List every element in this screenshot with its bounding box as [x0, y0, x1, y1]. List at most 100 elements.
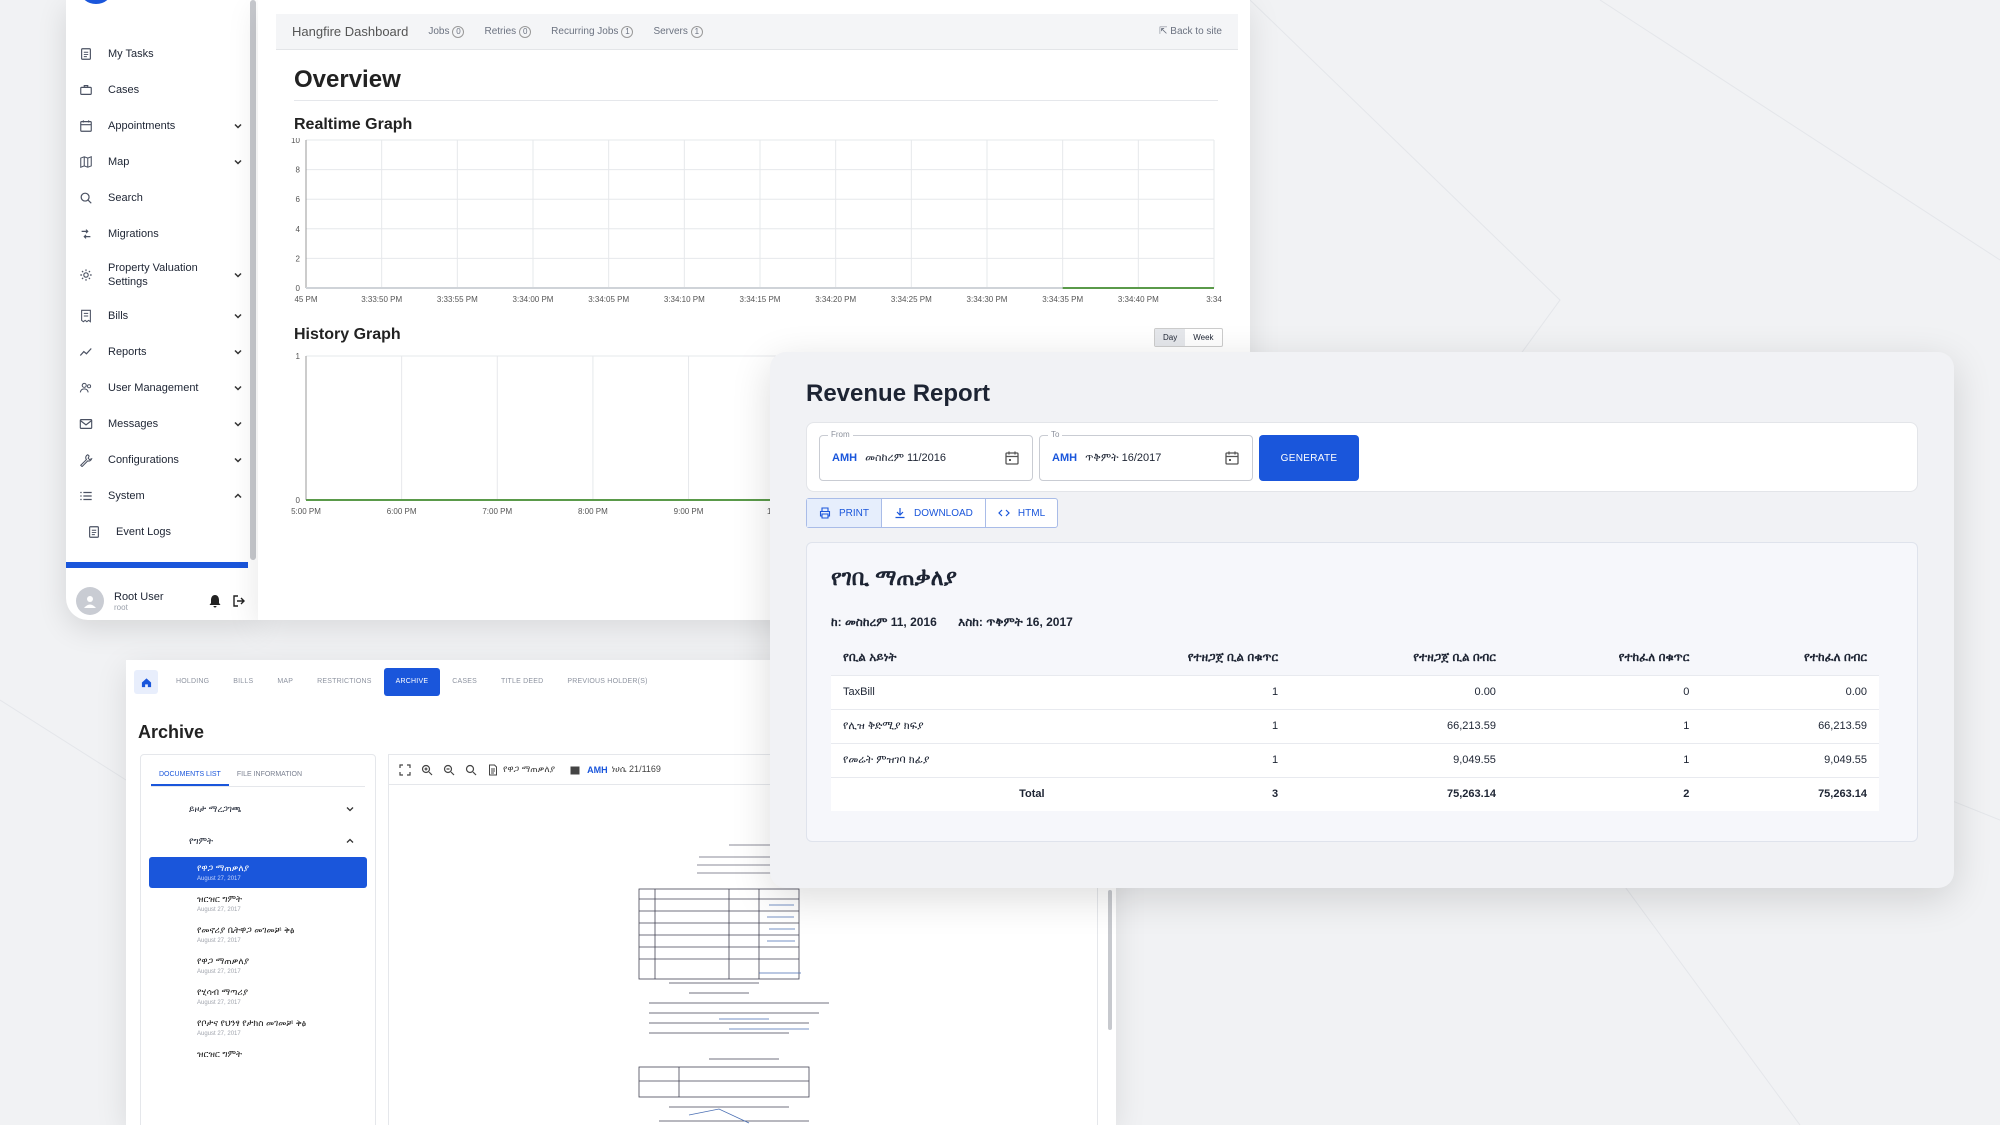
hangfire-navbar: Hangfire Dashboard Jobs 0 Retries 0 Recurr… — [276, 14, 1238, 50]
hangfire-brand[interactable]: Hangfire Dashboard — [292, 24, 408, 39]
table-cell: 66,213.59 — [1290, 708, 1508, 743]
tab-restrictions[interactable]: RESTRICTIONS — [305, 668, 384, 696]
tab-previous-holder-s[interactable]: PREVIOUS HOLDER(S) — [555, 668, 659, 696]
sidebar-item-search[interactable]: Search — [66, 180, 258, 216]
table-cell: 3 — [1056, 776, 1291, 811]
fullscreen-icon[interactable] — [399, 763, 411, 776]
document-name: ዝርዝር ግምት — [197, 1049, 243, 1059]
sidebar-item-map[interactable]: Map — [66, 144, 258, 180]
chevron-down-icon — [234, 385, 242, 391]
document-item[interactable]: የቦታና የህንፃ የታክስ መገመቻ ቅፅ August 27, 2017 — [149, 1012, 367, 1043]
sidebar-item-label: Property Valuation Settings — [108, 262, 198, 288]
x-tick-label: 3:34:35 PM — [1042, 295, 1083, 304]
sidebar-item-messages[interactable]: Messages — [66, 406, 258, 442]
toggle-day[interactable]: Day — [1155, 329, 1186, 346]
nav-jobs[interactable]: Jobs 0 — [428, 25, 465, 38]
document-date: August 27, 2017 — [197, 969, 241, 975]
document-items: የዋጋ ማጠቃለያ August 27, 2017 ዝርዝር ግምት August 2… — [141, 857, 375, 1068]
calendar-icon[interactable] — [1224, 450, 1240, 466]
zoom-out-icon[interactable] — [443, 764, 455, 776]
x-tick-label: 8:00 PM — [578, 507, 608, 516]
table-total-row: Total 3 75,263.14 2 75,263.14 — [831, 776, 1879, 811]
table-cell: 66,213.59 — [1701, 708, 1879, 743]
tab-file-information[interactable]: FILE INFORMATION — [229, 765, 310, 786]
page-title: Overview — [294, 66, 401, 93]
document-item[interactable]: ዝርዝር ግምት August 27, 2017 — [149, 888, 367, 919]
sidebar-item-my-tasks[interactable]: My Tasks — [66, 36, 258, 72]
sidebar-item-label: System — [108, 490, 145, 502]
nav-recurring-jobs[interactable]: Recurring Jobs 1 — [551, 25, 634, 38]
tab-holding[interactable]: HOLDING — [164, 668, 221, 696]
generate-button[interactable]: GENERATE — [1259, 435, 1359, 481]
chevron-up-icon — [346, 838, 354, 843]
print-button[interactable]: PRINT — [807, 499, 882, 527]
sidebar-item-label: Reports — [108, 346, 147, 358]
tab-map[interactable]: MAP — [265, 668, 305, 696]
sidebar-item-label: Cases — [108, 84, 140, 96]
nav-servers[interactable]: Servers 1 — [653, 25, 703, 38]
toggle-week[interactable]: Week — [1185, 329, 1221, 346]
document-item[interactable]: የዋጋ ማጠቃለያ August 27, 2017 — [149, 857, 367, 888]
html-button[interactable]: HTML — [986, 499, 1057, 527]
sidebar-item-user-management[interactable]: User Management — [66, 370, 258, 406]
sidebar-item-configurations[interactable]: Configurations — [66, 442, 258, 478]
from-date-field[interactable]: From AMH መስከረም 11/2016 — [819, 430, 1033, 481]
tab-title-deed[interactable]: TITLE DEED — [489, 668, 555, 696]
logout-icon[interactable] — [232, 594, 246, 608]
sidebar-scrollbar[interactable] — [250, 0, 256, 560]
group-valuation[interactable]: የግምት — [141, 825, 375, 857]
document-tabs: DOCUMENTS LIST FILE INFORMATION — [151, 765, 365, 787]
download-button[interactable]: DOWNLOAD — [882, 499, 986, 527]
sidebar-item-event-logs[interactable]: Event Logs — [66, 514, 258, 550]
x-tick-label: 5:00 PM — [291, 507, 321, 516]
date-range: ከ: መስከረም 11, 2016 እስከ: ጥቅምት 16, 2017 — [831, 615, 1091, 630]
table-cell: 0 — [1507, 674, 1702, 709]
chevron-down-icon — [234, 457, 242, 463]
group-title-deed[interactable]: ይዞታ ማረጋገጫ — [141, 793, 375, 825]
sidebar-item-migrations[interactable]: Migrations — [66, 216, 258, 252]
search-icon[interactable] — [465, 764, 477, 776]
sidebar-item-label: Search — [108, 192, 143, 204]
document-item[interactable]: የሂሳብ ማጣሪያ August 27, 2017 — [149, 981, 367, 1012]
sidebar-item-system[interactable]: System — [66, 478, 258, 514]
column-header: የተዘጋጀ ቢል በብር — [1413, 650, 1496, 665]
chevron-down-icon — [234, 123, 242, 129]
x-tick-label: 3:34 — [1206, 295, 1222, 304]
back-to-site-link[interactable]: ⇱ Back to site — [1159, 26, 1222, 37]
to-date-field[interactable]: To AMH ጥቅምት 16/2017 — [1039, 430, 1253, 481]
calendar-icon — [78, 118, 94, 134]
bell-icon[interactable] — [208, 594, 222, 608]
sidebar-item-appointments[interactable]: Appointments — [66, 108, 258, 144]
document-item[interactable]: የመኖሪያ ቤትዋጋ መገመቻ ቅፅ August 27, 2017 — [149, 919, 367, 950]
nav-retries[interactable]: Retries 0 — [484, 25, 532, 38]
tab-documents-list[interactable]: DOCUMENTS LIST — [151, 765, 229, 786]
calendar-icon — [570, 766, 580, 774]
sidebar-item-reports[interactable]: Reports — [66, 334, 258, 370]
table-cell: 0.00 — [1701, 674, 1879, 709]
sidebar-item-label: My Tasks — [108, 48, 154, 60]
zoom-in-icon[interactable] — [421, 764, 433, 776]
document-item[interactable]: የዋጋ ማጠቃለያ August 27, 2017 — [149, 950, 367, 981]
viewer-doc-name: የዋጋ ማጠቃለያ — [503, 764, 556, 774]
list-icon — [78, 488, 94, 504]
chevron-down-icon — [234, 349, 242, 355]
sidebar-item-label: Configurations — [108, 454, 179, 466]
download-icon — [895, 508, 905, 519]
sidebar-item-cases[interactable]: Cases — [66, 72, 258, 108]
table-row: የሊዝ ቅድሚያ ክፍያ 1 66,213.59 1 66,213.59 — [831, 708, 1879, 743]
archive-scrollbar[interactable] — [1108, 890, 1112, 1030]
tab-archive[interactable]: ARCHIVE — [383, 668, 441, 696]
divider — [294, 100, 1218, 101]
document-item[interactable]: ዝርዝር ግምት — [149, 1043, 367, 1068]
user-profile[interactable]: Root User root — [76, 584, 246, 618]
realtime-graph-title: Realtime Graph — [294, 116, 413, 133]
tab-cases[interactable]: CASES — [440, 668, 489, 696]
tab-bills[interactable]: BILLS — [221, 668, 265, 696]
users-icon — [78, 380, 94, 396]
document-name: ዝርዝር ግምት — [197, 894, 243, 904]
sidebar-item-property-valuation-settings[interactable]: Property Valuation Settings — [66, 252, 258, 298]
table-cell: 1 — [1056, 742, 1291, 777]
home-button[interactable] — [134, 670, 158, 694]
sidebar-item-bills[interactable]: Bills — [66, 298, 258, 334]
calendar-icon[interactable] — [1004, 450, 1020, 466]
